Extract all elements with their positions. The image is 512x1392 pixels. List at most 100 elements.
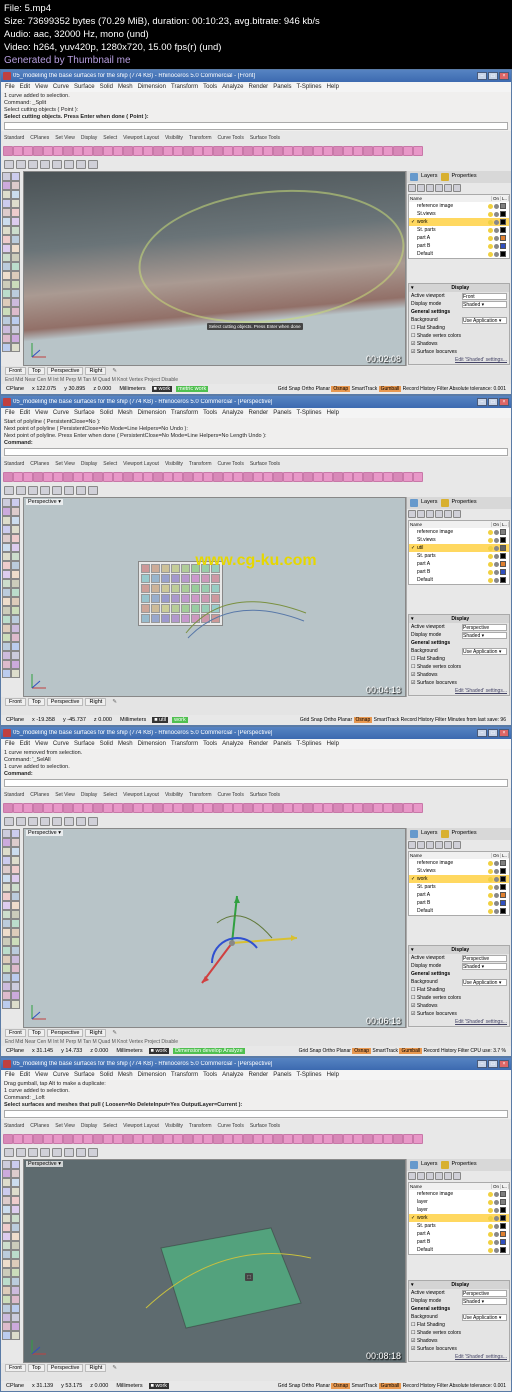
tool-icon[interactable] — [11, 606, 20, 615]
toolbar-tab[interactable]: Set View — [55, 792, 75, 798]
tool-icon[interactable] — [2, 982, 11, 991]
toolbar-icon[interactable] — [153, 146, 163, 156]
lightbulb-icon[interactable] — [488, 562, 493, 567]
toolbar-tab[interactable]: CPlanes — [30, 792, 49, 798]
toolbar-icon[interactable] — [293, 803, 303, 813]
menu-item[interactable]: Tools — [203, 1072, 217, 1078]
menu-item[interactable]: Dimension — [138, 1072, 166, 1078]
palette-icon[interactable] — [151, 564, 160, 573]
toolbar-icon[interactable] — [403, 472, 413, 482]
toolbar-tab[interactable]: Viewport Layout — [123, 461, 159, 467]
tool-icon[interactable] — [2, 883, 11, 892]
menu-item[interactable]: File — [5, 84, 15, 90]
lightbulb-icon[interactable] — [488, 1232, 493, 1237]
tool-icon[interactable] — [2, 919, 11, 928]
viewport-label[interactable]: Perspective ▾ — [26, 830, 63, 836]
tool-icon[interactable] — [11, 525, 20, 534]
minimize-button[interactable]: – — [477, 398, 487, 406]
layer-color-swatch[interactable] — [500, 892, 506, 898]
lightbulb-icon[interactable] — [488, 244, 493, 249]
toolbar-icon[interactable] — [213, 803, 223, 813]
toolbar-icon[interactable] — [323, 146, 333, 156]
toolbar-tab[interactable]: Set View — [55, 461, 75, 467]
panel-tabs[interactable]: LayersProperties — [407, 1159, 511, 1171]
toolbar-icon[interactable] — [253, 1134, 263, 1144]
tool-icon[interactable] — [11, 298, 20, 307]
palette-icon[interactable] — [161, 564, 170, 573]
toolbar-icon[interactable] — [193, 472, 203, 482]
toolbar-icon[interactable] — [23, 146, 33, 156]
toolbar-icon[interactable] — [64, 1148, 74, 1157]
toolbar-icon[interactable] — [243, 472, 253, 482]
panel-toolbar-icon[interactable] — [426, 1172, 434, 1180]
maximize-button[interactable]: ▭ — [488, 1060, 498, 1068]
tool-icon[interactable] — [11, 1259, 20, 1268]
toolbar-icon[interactable] — [223, 803, 233, 813]
toolbar-icon[interactable] — [333, 1134, 343, 1144]
toolbar-icon[interactable] — [52, 160, 62, 169]
toolbar-icon[interactable] — [133, 146, 143, 156]
menu-item[interactable]: Panels — [273, 84, 291, 90]
lightbulb-icon[interactable] — [488, 212, 493, 217]
maximize-button[interactable]: ▭ — [488, 72, 498, 80]
secondary-toolbar[interactable] — [1, 814, 511, 828]
main-toolbar[interactable] — [1, 802, 511, 814]
tool-icon[interactable] — [2, 552, 11, 561]
left-toolbox[interactable] — [1, 828, 23, 1028]
palette-icon[interactable] — [151, 604, 160, 613]
toolbar-icon[interactable] — [73, 803, 83, 813]
layer-color-swatch[interactable] — [500, 1247, 506, 1253]
menu-item[interactable]: View — [35, 1072, 48, 1078]
toolbar-icon[interactable] — [33, 146, 43, 156]
toolbar-icon[interactable] — [333, 472, 343, 482]
viewport-tab[interactable]: Perspective — [47, 1364, 84, 1372]
viewport-tab[interactable]: Right — [85, 1029, 106, 1037]
tool-icon[interactable] — [11, 1286, 20, 1295]
tool-icon[interactable] — [11, 838, 20, 847]
tab-toolbar[interactable]: StandardCPlanesSet ViewDisplaySelectView… — [1, 788, 511, 802]
layer-row[interactable]: part B — [409, 242, 509, 250]
menu-item[interactable]: Surface — [74, 1072, 95, 1078]
toolbar-icon[interactable] — [52, 486, 62, 495]
menu-item[interactable]: Solid — [100, 410, 113, 416]
toolbar-icon[interactable] — [203, 472, 213, 482]
tool-icon[interactable] — [11, 597, 20, 606]
menu-item[interactable]: View — [35, 410, 48, 416]
tool-icon[interactable] — [2, 865, 11, 874]
menu-item[interactable]: Tools — [203, 741, 217, 747]
layer-color-swatch[interactable] — [500, 561, 506, 567]
tool-icon[interactable] — [11, 1250, 20, 1259]
toolbar-icon[interactable] — [4, 1148, 14, 1157]
tool-icon[interactable] — [2, 874, 11, 883]
layers-list[interactable]: NameOnL..reference imageSt.views✓utilSt.… — [408, 520, 510, 585]
tool-icon[interactable] — [2, 343, 11, 352]
menu-item[interactable]: Edit — [20, 1072, 30, 1078]
menu-item[interactable]: Help — [327, 84, 339, 90]
menu-item[interactable]: Transform — [171, 410, 198, 416]
toolbar-icon[interactable] — [103, 146, 113, 156]
tool-icon[interactable] — [11, 1187, 20, 1196]
toolbar-icon[interactable] — [123, 1134, 133, 1144]
panel-toolbar-icon[interactable] — [408, 841, 416, 849]
tool-icon[interactable] — [11, 973, 20, 982]
layer-color-swatch[interactable] — [500, 553, 506, 559]
viewport-tab[interactable]: Front — [5, 367, 26, 375]
tool-icon[interactable] — [2, 651, 11, 660]
toolbar-icon[interactable] — [16, 817, 26, 826]
tool-icon[interactable] — [11, 1214, 20, 1223]
toolbar-icon[interactable] — [163, 472, 173, 482]
tool-icon[interactable] — [2, 208, 11, 217]
panel-tabs[interactable]: LayersProperties — [407, 828, 511, 840]
menu-item[interactable]: View — [35, 84, 48, 90]
tool-icon[interactable] — [11, 507, 20, 516]
toolbar-icon[interactable] — [13, 803, 23, 813]
toolbar-icon[interactable] — [88, 817, 98, 826]
tool-icon[interactable] — [11, 883, 20, 892]
lightbulb-icon[interactable] — [488, 554, 493, 559]
toolbar-icon[interactable] — [313, 146, 323, 156]
toolbar-icon[interactable] — [353, 1134, 363, 1144]
tool-icon[interactable] — [11, 181, 20, 190]
layer-color-swatch[interactable] — [500, 1223, 506, 1229]
toolbar-icon[interactable] — [223, 146, 233, 156]
layer-color-swatch[interactable] — [500, 545, 506, 551]
